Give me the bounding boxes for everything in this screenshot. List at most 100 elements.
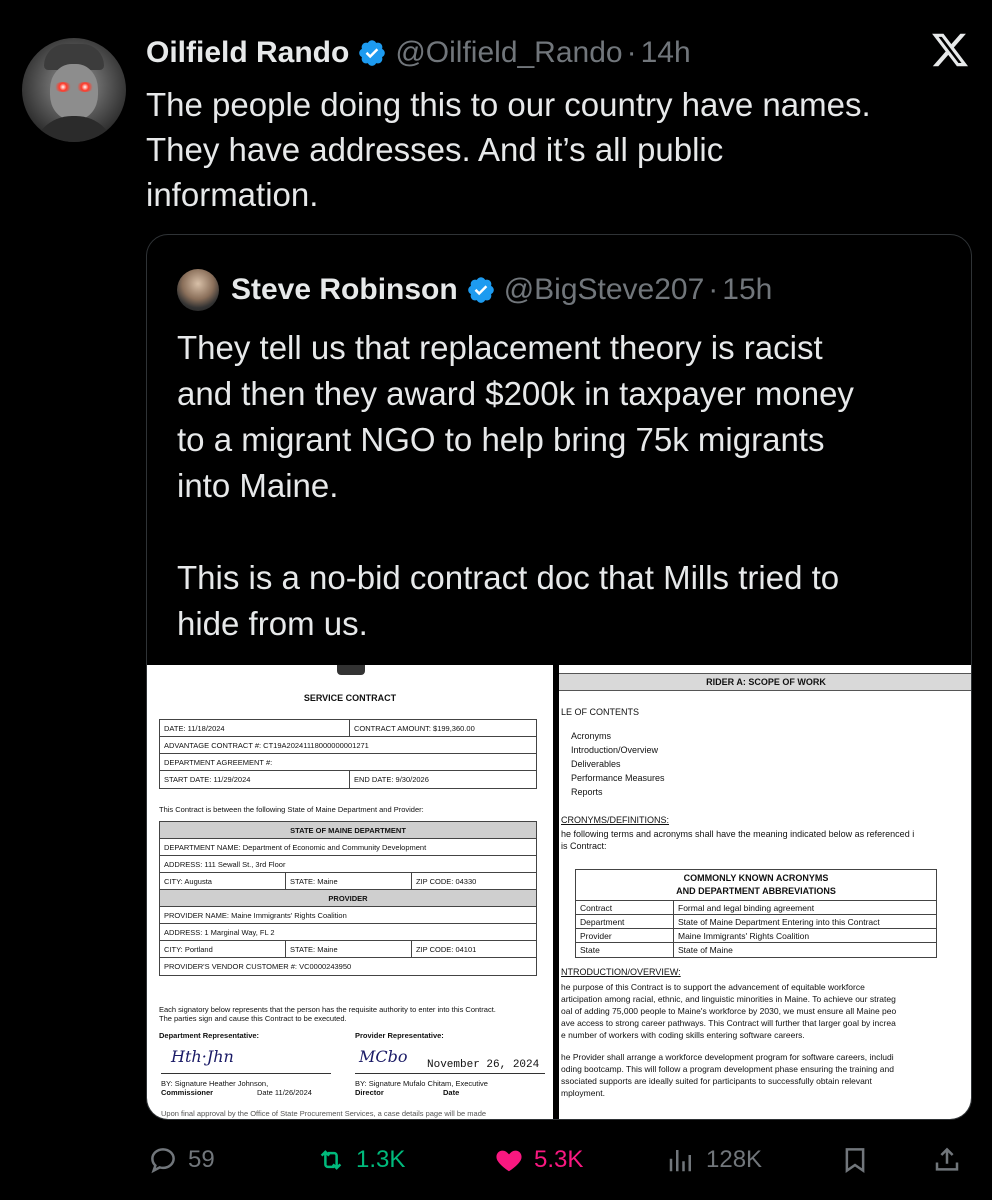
reply-button[interactable]: 59 — [148, 1138, 215, 1182]
heart-icon — [496, 1150, 522, 1172]
intro-heading: NTRODUCTION/OVERVIEW: — [561, 967, 681, 977]
parties-table: STATE OF MAINE DEPARTMENT DEPARTMENT NAM… — [159, 821, 537, 976]
like-count: 5.3K — [534, 1146, 584, 1173]
table-row: DEPARTMENT NAME: Department of Economic … — [160, 839, 536, 856]
contract-info-table: DATE: 11/18/2024 CONTRACT AMOUNT: $199,3… — [159, 719, 537, 789]
table-row: ADDRESS: 111 Sewall St., 3rd Floor — [160, 856, 536, 873]
quoted-tweet-time[interactable]: 15h — [722, 273, 772, 307]
quoted-tweet[interactable]: Steve Robinson @BigSteve207 · 15h They t… — [146, 234, 972, 1120]
signature-line — [355, 1073, 545, 1074]
contract-between: This Contract is between the following S… — [159, 805, 424, 814]
paragraph-line: ave access to strong career pathways. Th… — [561, 1018, 896, 1028]
acronym-value: State of Maine Department Entering into … — [678, 916, 880, 927]
state-seal-icon — [337, 665, 365, 675]
media-attachments: SERVICE CONTRACT DATE: 11/18/2024 CONTRA… — [147, 665, 971, 1119]
paragraph-line: he Provider shall arrange a workforce de… — [561, 1052, 894, 1062]
table-row: State State of Maine — [576, 943, 936, 957]
x-logo-icon[interactable] — [930, 30, 970, 70]
acronyms-heading: CRONYMS/DEFINITIONS: — [561, 815, 670, 825]
contract-image-1[interactable]: SERVICE CONTRACT DATE: 11/18/2024 CONTRA… — [147, 665, 553, 1119]
heather-johnson-signature: Hth·Jhn — [171, 1047, 234, 1066]
dept-signature-title: Commissioner — [161, 1088, 214, 1097]
tweet-header: Oilfield Rando @Oilfield_Rando · 14h — [146, 30, 691, 76]
table-row: DEPARTMENT AGREEMENT #: — [160, 754, 536, 771]
signatory-note-1: Each signatory below represents that the… — [159, 1005, 496, 1014]
acronym-key: Provider — [576, 929, 674, 942]
author-avatar[interactable] — [22, 38, 126, 142]
table-row: Contract Formal and legal binding agreem… — [576, 901, 936, 915]
paragraph-line: e number of workers with coding skills e… — [561, 1030, 805, 1040]
table-row: PROVIDER NAME: Maine Immigrants' Rights … — [160, 907, 536, 924]
dept-address: ADDRESS: 111 Sewall St., 3rd Floor — [164, 859, 286, 869]
quoted-tweet-header: Steve Robinson @BigSteve207 · 15h — [231, 267, 772, 313]
advantage-contract: ADVANTAGE CONTRACT #: CT19A2024111800000… — [164, 740, 369, 750]
quoted-text-line: They tell us that replacement theory is … — [177, 329, 823, 366]
dept-representative-label: Department Representative: — [159, 1031, 260, 1040]
contract-date: DATE: 11/18/2024 — [160, 720, 350, 736]
tweet-text-line: information. — [146, 176, 319, 213]
analytics-icon — [669, 1150, 691, 1172]
intro-paragraph: he purpose of this Contract is to suppor… — [561, 981, 971, 1041]
table-row: CITY: Augusta STATE: Maine ZIP CODE: 043… — [160, 873, 536, 890]
time-separator: · — [708, 273, 719, 306]
table-row: ADDRESS: 1 Marginal Way, FL 2 — [160, 924, 536, 941]
provider-signature-caption: BY: Signature Mufalo Chitam, Executive — [355, 1079, 488, 1088]
avatar-body — [32, 116, 116, 142]
mufalo-chitam-signature: MCbo — [359, 1047, 408, 1066]
toc-item: Performance Measures — [571, 773, 665, 783]
contract-amount: CONTRACT AMOUNT: $199,360.00 — [354, 723, 475, 733]
paragraph-line: ssociated supports are ideally suited fo… — [561, 1076, 872, 1086]
tweet-time[interactable]: 14h — [641, 36, 691, 70]
acronyms-intro-1: he following terms and acronyms shall ha… — [561, 829, 915, 839]
footer-cut-text: Upon final approval by the Office of Sta… — [161, 1109, 487, 1118]
acronym-key: State — [576, 943, 674, 957]
end-date: END DATE: 9/30/2026 — [354, 775, 429, 784]
repost-button[interactable]: 1.3K — [316, 1138, 405, 1182]
verified-badge-icon — [467, 277, 494, 303]
toc-item: Introduction/Overview — [571, 745, 659, 755]
tweet-text-line: The people doing this to our country hav… — [146, 86, 871, 123]
acronym-value: Formal and legal binding agreement — [678, 902, 815, 913]
acronym-key: Department — [576, 915, 674, 928]
author-handle[interactable]: @Oilfield_Rando — [395, 36, 622, 70]
rider-banner: RIDER A: SCOPE OF WORK — [559, 673, 971, 691]
acronyms-table-title: COMMONLY KNOWN ACRONYMS AND DEPARTMENT A… — [576, 870, 936, 901]
quoted-author-name[interactable]: Steve Robinson — [231, 273, 458, 307]
reply-icon — [151, 1148, 175, 1174]
views-button[interactable]: 128K — [666, 1138, 762, 1182]
table-row: CITY: Portland STATE: Maine ZIP CODE: 04… — [160, 941, 536, 958]
provider-address: ADDRESS: 1 Marginal Way, FL 2 — [164, 927, 275, 937]
quoted-text-line: to a migrant NGO to help bring 75k migra… — [177, 421, 825, 458]
table-row: PROVIDER — [160, 890, 536, 907]
verified-badge-icon — [359, 40, 386, 66]
toc-item: Acronyms — [571, 731, 612, 741]
author-name[interactable]: Oilfield Rando — [146, 36, 349, 70]
share-button[interactable] — [932, 1138, 962, 1182]
dept-signature-date: Date 11/26/2024 — [257, 1088, 312, 1097]
acronym-value: Maine Immigrants' Rights Coalition — [678, 930, 810, 941]
view-count: 128K — [706, 1146, 763, 1173]
dept-city: CITY: Augusta — [160, 873, 286, 889]
toc-heading: LE OF CONTENTS — [561, 707, 640, 717]
quoted-author-handle[interactable]: @BigSteve207 — [504, 273, 705, 307]
doc-title: SERVICE CONTRACT — [303, 693, 397, 703]
reply-count: 59 — [188, 1146, 215, 1173]
dept-signature-caption: BY: Signature Heather Johnson, — [161, 1079, 269, 1088]
contract-image-2[interactable]: RIDER A: SCOPE OF WORK LE OF CONTENTS Ac… — [559, 665, 971, 1119]
paragraph-line: mployment. — [561, 1088, 605, 1098]
like-button[interactable]: 5.3K — [494, 1138, 583, 1182]
quoted-tweet-text: They tell us that replacement theory is … — [177, 325, 957, 647]
avatar-laser-eye-right — [76, 82, 94, 92]
repost-count: 1.3K — [356, 1146, 406, 1173]
provider-representative-label: Provider Representative: — [355, 1031, 444, 1040]
quoted-author-avatar[interactable] — [177, 269, 219, 311]
bookmark-button[interactable] — [840, 1138, 870, 1182]
paragraph-line: he purpose of this Contract is to suppor… — [561, 982, 865, 992]
start-date: START DATE: 11/29/2024 — [160, 771, 350, 788]
table-row: STATE OF MAINE DEPARTMENT — [160, 822, 536, 839]
repost-icon — [320, 1150, 342, 1170]
signature-line — [161, 1073, 331, 1074]
paragraph-line: oding bootcamp. This will follow a progr… — [561, 1064, 894, 1074]
toc-item: Reports — [571, 787, 603, 797]
